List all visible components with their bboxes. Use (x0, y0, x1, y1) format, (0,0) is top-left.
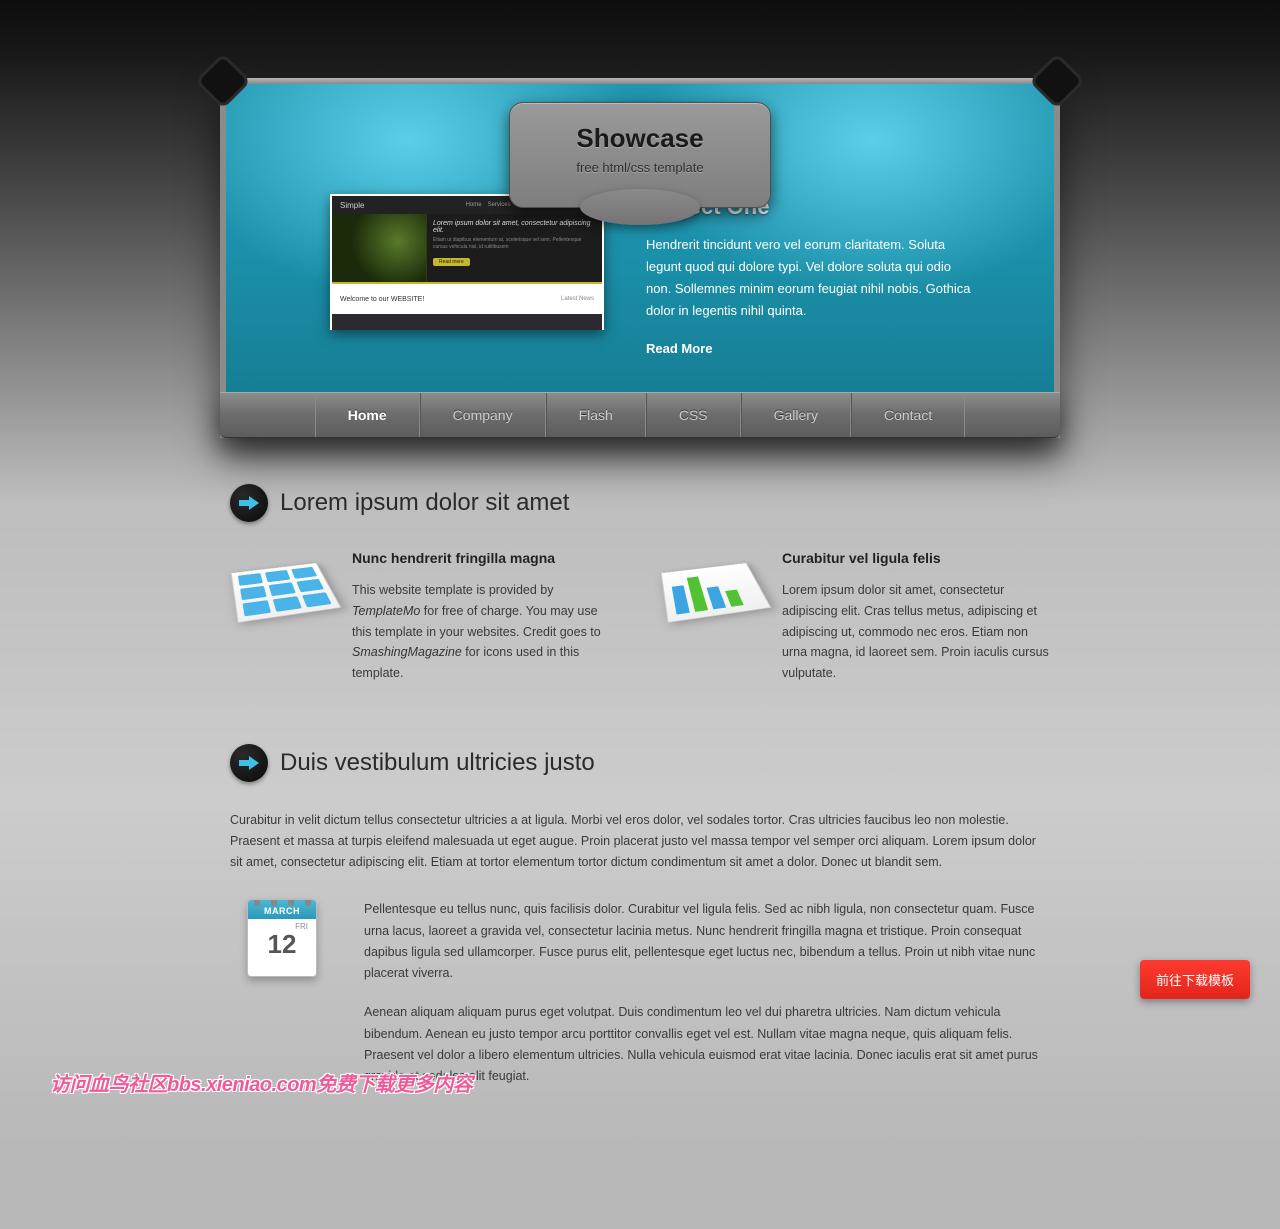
column-text: This website template is provided by Tem… (352, 580, 620, 683)
body-paragraph: Pellentesque eu tellus nunc, quis facili… (364, 899, 1050, 984)
column-text: Lorem ipsum dolor sit amet, consectetur … (782, 580, 1050, 683)
project-thumbnail[interactable]: Simple HomeServicesGalleryCompanyContact… (330, 194, 604, 330)
read-more-link[interactable]: Read More (646, 341, 712, 356)
nav-contact[interactable]: Contact (851, 393, 965, 437)
smashingmagazine-link[interactable]: SmashingMagazine (352, 645, 462, 659)
calendar-icon: MARCH FRI 12 (230, 899, 334, 1105)
main-nav: Home Company Flash CSS Gallery Contact (220, 392, 1060, 438)
section-title: Lorem ipsum dolor sit amet (280, 489, 569, 517)
project-description: Hendrerit tincidunt vero vel eorum clari… (646, 234, 976, 322)
column-heading: Curabitur vel ligula felis (782, 550, 1050, 566)
body-paragraph: Curabitur in velit dictum tellus consect… (230, 810, 1050, 874)
download-template-button[interactable]: 前往下载模板 (1140, 960, 1250, 999)
column-heading: Nunc hendrerit fringilla magna (352, 550, 620, 566)
site-subtitle: free html/css template (520, 160, 760, 175)
thumb-brand: Simple (340, 201, 364, 210)
site-title: Showcase (520, 123, 760, 154)
nav-home[interactable]: Home (315, 393, 420, 437)
site-header-badge: Showcase free html/css template (509, 102, 771, 208)
document-grid-icon (230, 550, 334, 683)
nav-css[interactable]: CSS (646, 393, 741, 437)
spotlight-icon (199, 57, 247, 105)
nav-flash[interactable]: Flash (546, 393, 646, 437)
templatemo-link[interactable]: TemplateMo (352, 604, 420, 618)
section-title: Duis vestibulum ultricies justo (280, 749, 595, 777)
nav-gallery[interactable]: Gallery (741, 393, 851, 437)
body-paragraph: Aenean aliquam aliquam purus eget volutp… (364, 1002, 1050, 1087)
arrow-icon (230, 484, 268, 522)
arrow-icon (230, 744, 268, 782)
chart-bars-icon (660, 550, 764, 683)
nav-company[interactable]: Company (420, 393, 546, 437)
spotlight-icon (1033, 57, 1081, 105)
